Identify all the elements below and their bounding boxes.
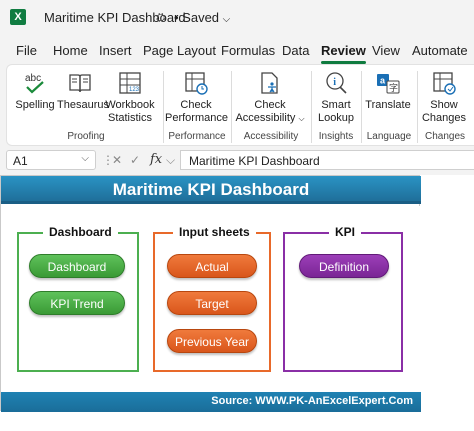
kpi-trend-button[interactable]: KPI Trend bbox=[29, 291, 125, 315]
chevron-down-icon: ⌵ bbox=[166, 153, 176, 167]
section-label-dashboard: Dashboard bbox=[43, 225, 118, 239]
chevron-down-icon: ⌵ bbox=[298, 114, 305, 123]
insert-function-button[interactable]: fx bbox=[150, 152, 162, 167]
group-label-accessibility: Accessibility bbox=[243, 131, 299, 142]
chevron-down-icon: ⌵ bbox=[222, 14, 231, 25]
statistics-icon: 123 bbox=[103, 69, 157, 97]
dashboard-button[interactable]: Dashboard bbox=[29, 254, 125, 278]
thesaurus-button[interactable]: Thesaurus bbox=[57, 69, 109, 112]
workbook-statistics-button[interactable]: 123 Workbook Statistics bbox=[103, 69, 157, 125]
section-label-kpi: KPI bbox=[329, 225, 362, 239]
svg-text:字: 字 bbox=[389, 82, 398, 94]
tab-review[interactable]: Review bbox=[321, 43, 366, 64]
tab-insert[interactable]: Insert bbox=[99, 43, 132, 58]
dashboard-title: Maritime KPI Dashboard bbox=[1, 176, 421, 204]
performance-icon bbox=[165, 69, 227, 97]
smart-lookup-button[interactable]: i Smart Lookup bbox=[313, 69, 359, 125]
chevron-down-icon: ⌵ bbox=[81, 153, 89, 164]
kpi-section: KPI Definition bbox=[283, 225, 403, 372]
ribbon: abc Spelling Thesaurus 123 Workbook Stat… bbox=[6, 64, 474, 146]
check-accessibility-button[interactable]: Check Accessibility ⌵ bbox=[233, 69, 307, 125]
accessibility-icon bbox=[233, 69, 307, 97]
svg-text:abc: abc bbox=[25, 73, 41, 84]
show-changes-icon bbox=[419, 69, 469, 97]
smart-lookup-icon: i bbox=[313, 69, 359, 97]
name-box[interactable]: A1 ⌵ bbox=[6, 150, 96, 170]
translate-button[interactable]: a字 Translate bbox=[363, 69, 413, 112]
target-button[interactable]: Target bbox=[167, 291, 257, 315]
dashboard-section: Dashboard Dashboard KPI Trend bbox=[17, 225, 139, 372]
section-label-input-sheets: Input sheets bbox=[173, 225, 256, 239]
tab-automate[interactable]: Automate bbox=[412, 43, 468, 58]
group-label-proofing: Proofing bbox=[67, 131, 105, 142]
formula-input[interactable]: Maritime KPI Dashboard bbox=[180, 150, 474, 170]
formula-bar: A1 ⌵ ⋮ ✕ ✓ fx ⌵ Maritime KPI Dashboard bbox=[0, 150, 474, 172]
group-label-performance: Performance bbox=[168, 131, 226, 142]
sync-icon[interactable]: ⛭ bbox=[156, 10, 166, 25]
tab-formulas[interactable]: Formulas bbox=[221, 43, 275, 58]
saved-status[interactable]: • Saved ⌵ bbox=[174, 10, 230, 25]
book-icon bbox=[57, 69, 103, 97]
group-label-insights: Insights bbox=[318, 131, 354, 142]
group-label-language: Language bbox=[366, 131, 412, 142]
title-bar: X Maritime KPI Dashboard ⛭ • Saved ⌵ bbox=[0, 0, 474, 34]
excel-logo-icon: X bbox=[10, 9, 26, 25]
svg-text:123: 123 bbox=[129, 87, 140, 93]
actual-button[interactable]: Actual bbox=[167, 254, 257, 278]
tab-view[interactable]: View bbox=[372, 43, 400, 58]
translate-icon: a字 bbox=[363, 69, 413, 97]
enter-icon[interactable]: ✓ bbox=[130, 153, 140, 167]
tab-home[interactable]: Home bbox=[53, 43, 88, 58]
tab-page-layout[interactable]: Page Layout bbox=[143, 43, 216, 58]
source-footer: Source: WWW.PK-AnExcelExpert.Com bbox=[1, 392, 421, 412]
ribbon-tabs: File Home Insert Page Layout Formulas Da… bbox=[0, 38, 474, 64]
spelling-icon: abc bbox=[13, 69, 57, 97]
dashboard-frame: Maritime KPI Dashboard Dashboard Dashboa… bbox=[0, 175, 421, 412]
sheet-empty-area[interactable] bbox=[420, 175, 474, 431]
previous-year-button[interactable]: Previous Year bbox=[167, 329, 257, 353]
svg-text:i: i bbox=[333, 77, 336, 88]
tab-data[interactable]: Data bbox=[282, 43, 309, 58]
tab-file[interactable]: File bbox=[16, 43, 37, 58]
check-performance-button[interactable]: Check Performance bbox=[165, 69, 228, 125]
definition-button[interactable]: Definition bbox=[299, 254, 389, 278]
worksheet[interactable]: Maritime KPI Dashboard Dashboard Dashboa… bbox=[0, 175, 421, 431]
spelling-button[interactable]: abc Spelling bbox=[13, 69, 57, 112]
dashboard-body: Dashboard Dashboard KPI Trend Input shee… bbox=[1, 206, 421, 392]
show-changes-button[interactable]: Show Changes bbox=[419, 69, 469, 125]
group-label-changes: Changes bbox=[424, 131, 466, 142]
cancel-icon[interactable]: ✕ bbox=[112, 153, 122, 167]
input-sheets-section: Input sheets Actual Target Previous Year bbox=[153, 225, 271, 372]
